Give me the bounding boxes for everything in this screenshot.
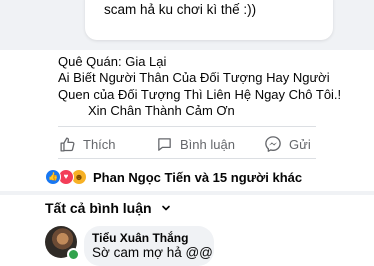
comment-label: Bình luận <box>180 136 235 152</box>
post-line: Quê Quán: Gia Lại <box>58 54 167 69</box>
post-actions: Thích Bình luận Gửi <box>58 131 316 157</box>
comment-text: Sờ cam mợ hả @@ <box>92 245 213 260</box>
post-line: Xin Chân Thành Cảm Ơn <box>88 103 235 119</box>
post-body: Quê Quán: Gia Lại Ai Biết Người Thân Của… <box>58 54 363 120</box>
previous-comment-text: scam hả ku chơi kì thế :)) <box>104 2 257 17</box>
section-separator <box>0 191 374 195</box>
comment-icon <box>156 136 173 153</box>
reaction-summary[interactable]: 👍 ♥ ☻ Phan Ngọc Tiến và 15 người khác <box>45 168 302 186</box>
like-button[interactable]: Thích <box>59 131 116 157</box>
comment-filter-label: Tất cả bình luận <box>45 200 152 216</box>
chevron-down-icon <box>152 203 171 213</box>
like-icon: 👍 <box>45 169 61 185</box>
send-label: Gửi <box>289 136 311 152</box>
online-status-icon <box>67 248 80 261</box>
reaction-names: Phan Ngọc Tiến và 15 người khác <box>93 169 303 185</box>
send-button[interactable]: Gửi <box>264 131 311 157</box>
comment-author[interactable]: Tiểu Xuân Thắng <box>92 231 188 245</box>
comment-filter-dropdown[interactable]: Tất cả bình luận <box>45 199 171 217</box>
divider <box>58 158 316 159</box>
like-label: Thích <box>83 136 116 152</box>
divider <box>58 126 316 127</box>
post-line: Quen của Đối Tượng Thì Liên Hệ Ngay Chô … <box>58 86 342 102</box>
messenger-icon <box>264 135 282 153</box>
thumbs-up-icon <box>59 136 76 153</box>
comment-button[interactable]: Bình luận <box>156 131 235 157</box>
post-line: Ai Biết Người Thân Của Đối Tượng Hay Ngư… <box>58 70 330 86</box>
